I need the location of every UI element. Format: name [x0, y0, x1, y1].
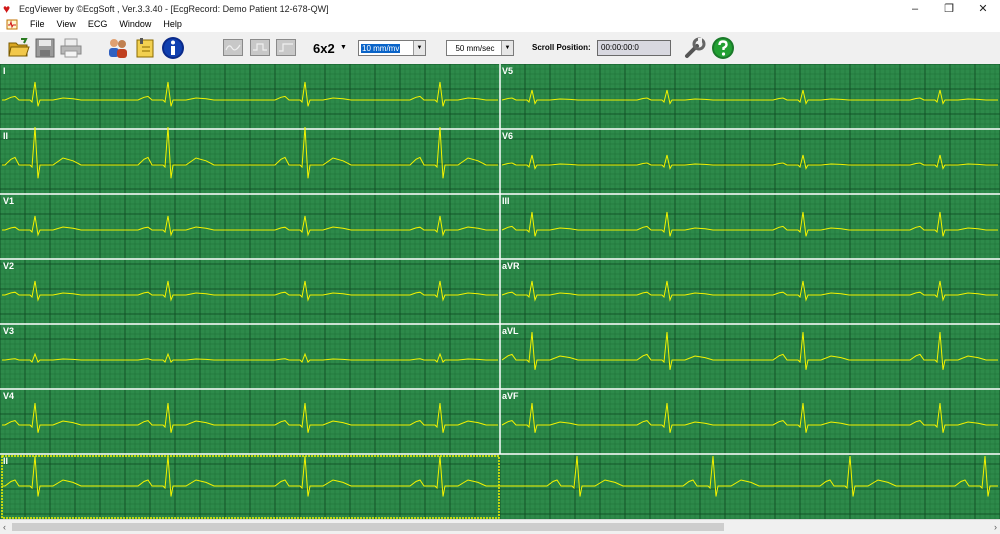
amplitude-select[interactable]: 10 mm/mv ▼ — [358, 40, 426, 56]
lead-label-v1: V1 — [3, 196, 15, 206]
waveform-smooth-icon[interactable] — [223, 39, 243, 56]
lead-label-iii: III — [502, 196, 510, 206]
menu-ecg[interactable]: ECG — [82, 17, 114, 32]
speed-value: 50 mm/sec — [455, 43, 495, 53]
lead-label-avf: aVF — [502, 391, 519, 401]
layout-selector[interactable]: 6x2 — [313, 41, 335, 56]
print-icon[interactable] — [58, 36, 84, 60]
scrollbar-thumb[interactable] — [12, 523, 724, 531]
help-icon[interactable] — [710, 36, 736, 60]
info-icon[interactable] — [160, 36, 186, 60]
waveform-step-icon[interactable] — [276, 39, 296, 56]
settings-wrench-icon[interactable] — [682, 36, 708, 60]
close-button[interactable]: ✕ — [966, 0, 1000, 17]
lead-label-v5: V5 — [502, 66, 514, 76]
ecg-document-icon[interactable] — [6, 19, 18, 30]
waveform-square-icon[interactable] — [250, 39, 270, 56]
menu-bar: File View ECG Window Help – ❐ ✕ — [0, 17, 1000, 47]
scroll-position-label: Scroll Position: — [532, 43, 591, 52]
minimize-button[interactable]: – — [898, 0, 932, 17]
save-icon[interactable] — [34, 36, 56, 60]
heart-icon: ♥ — [3, 1, 11, 16]
menu-help[interactable]: Help — [157, 17, 188, 32]
title-bar: ♥ EcgViewer by ©EcgSoft , Ver.3.3.40 - [… — [0, 0, 1000, 17]
lead-label-rhythm-ii: II — [3, 456, 9, 466]
chevron-down-icon[interactable]: ▼ — [413, 41, 425, 55]
menu-view[interactable]: View — [51, 17, 82, 32]
lead-label-v6: V6 — [502, 131, 514, 141]
ecg-display[interactable]: I II V1 V2 V3 V4 V5 V6 III aVR aVL aVF II — [0, 64, 1000, 519]
scroll-position-field[interactable]: 00:00:00:0 — [597, 40, 671, 56]
window-title: EcgViewer by ©EcgSoft , Ver.3.3.40 - [Ec… — [19, 3, 329, 14]
horizontal-scrollbar[interactable]: ‹ › — [0, 519, 1000, 534]
open-folder-icon[interactable] — [6, 36, 32, 60]
lead-label-v4: V4 — [3, 391, 15, 401]
lead-label-ii: II — [3, 131, 9, 141]
toolbar: 6x2 ▼ 10 mm/mv ▼ 50 mm/sec ▼ Scroll Posi… — [0, 32, 1000, 65]
scroll-left-icon[interactable]: ‹ — [3, 522, 6, 532]
menu-file[interactable]: File — [24, 17, 51, 32]
patients-icon[interactable] — [105, 36, 131, 60]
lead-label-v3: V3 — [3, 326, 15, 336]
menu-window[interactable]: Window — [113, 17, 157, 32]
chevron-down-icon[interactable]: ▼ — [501, 41, 513, 55]
selected-panel-outline — [1, 455, 500, 519]
lead-label-avr: aVR — [502, 261, 520, 271]
window-controls: – ❐ ✕ — [898, 0, 1000, 17]
chevron-down-icon[interactable]: ▼ — [340, 44, 347, 51]
amplitude-value: 10 mm/mv — [361, 43, 401, 53]
restore-button[interactable]: ❐ — [932, 0, 966, 17]
scroll-right-icon[interactable]: › — [994, 522, 997, 532]
lead-label-avl: aVL — [502, 326, 519, 336]
lead-label-i: I — [3, 66, 6, 76]
ecg-traces — [0, 64, 1000, 519]
lead-label-v2: V2 — [3, 261, 15, 271]
speed-select[interactable]: 50 mm/sec ▼ — [446, 40, 514, 56]
record-book-icon[interactable] — [133, 36, 159, 60]
